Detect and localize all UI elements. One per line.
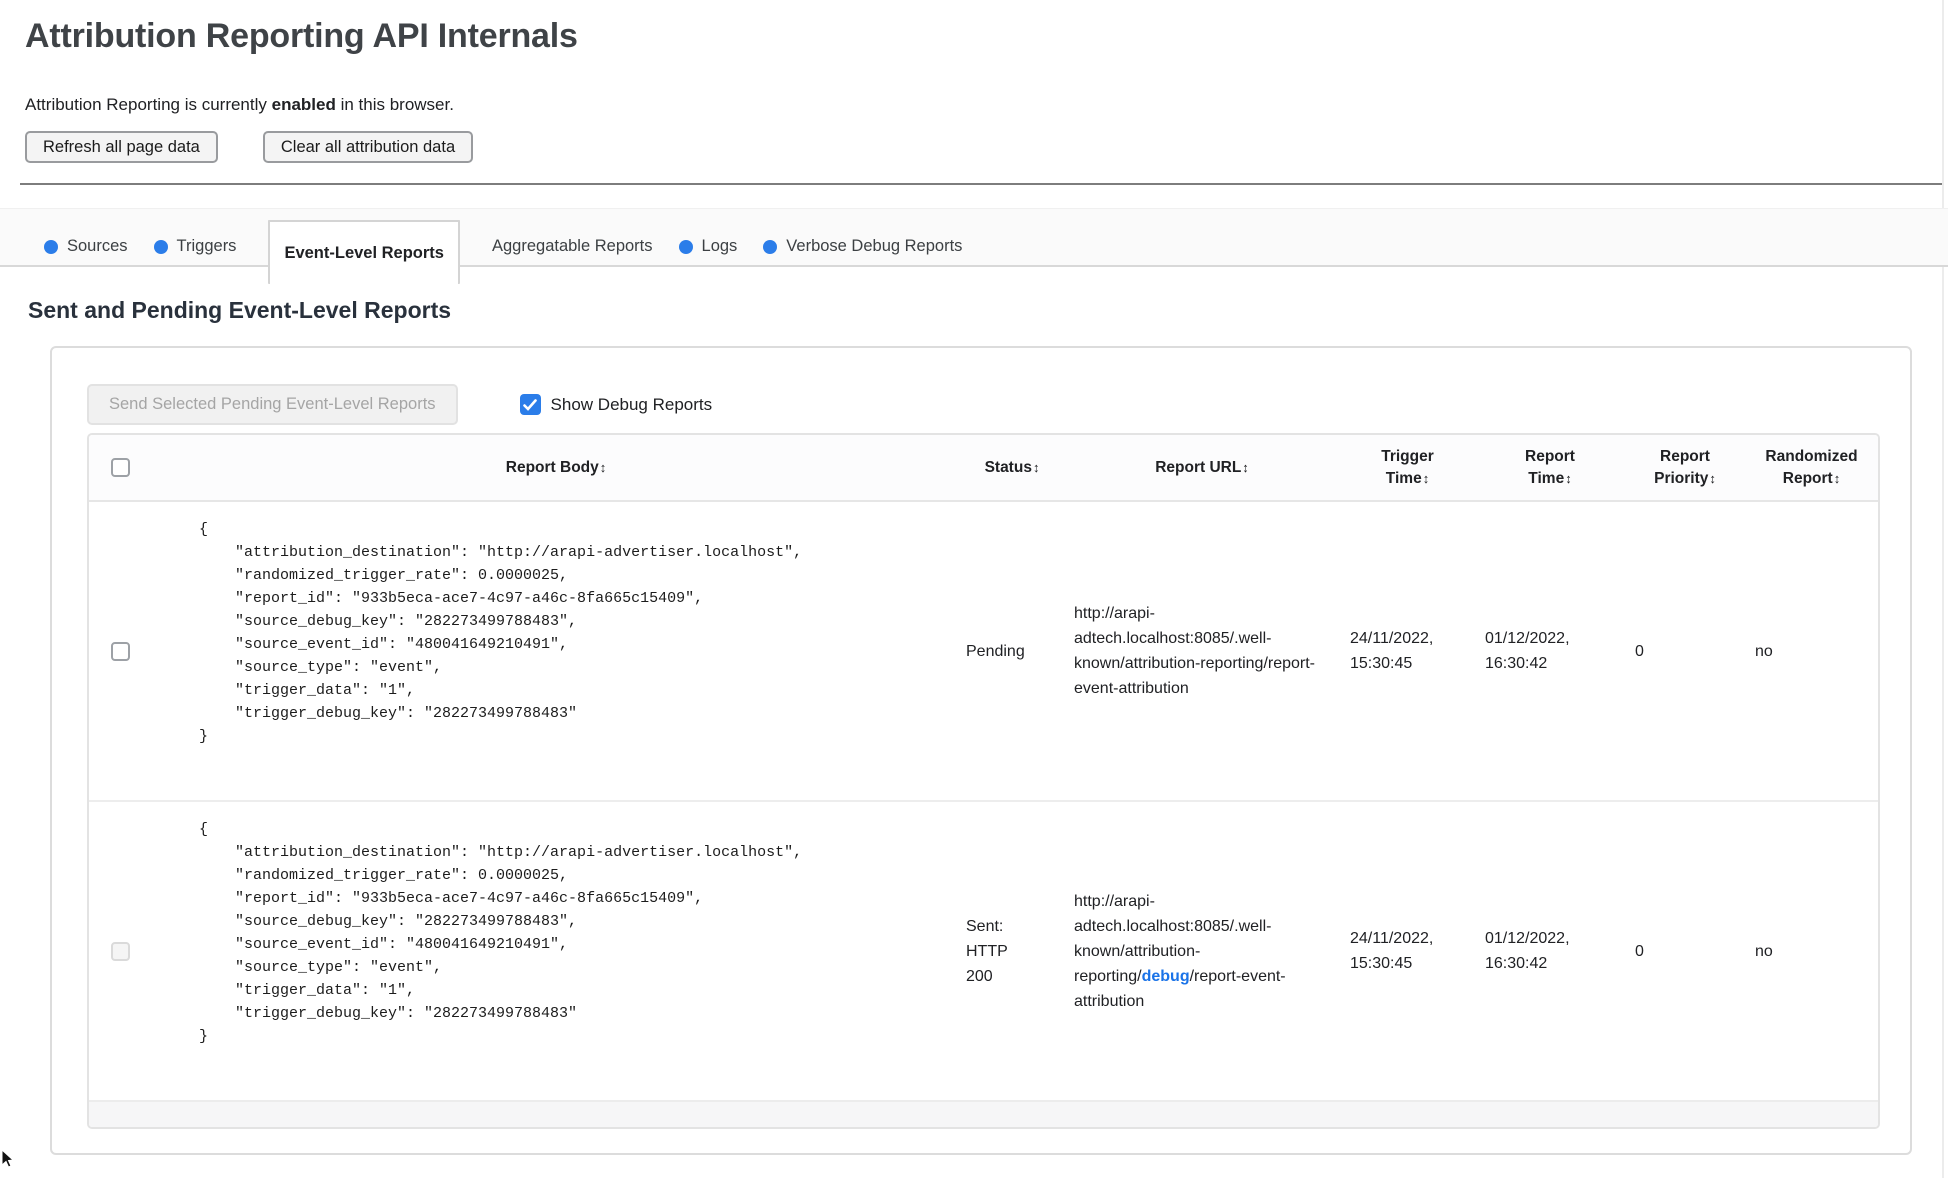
col-header-report-priority[interactable]: Report Priority↕ [1625, 435, 1745, 502]
unread-dot-icon [44, 239, 58, 254]
report-body: { "attribution_destination": "http://ara… [199, 521, 803, 745]
report-url: http://arapi-adtech.localhost:8085/.well… [1074, 605, 1316, 697]
trigger-time: 24/11/2022, 15:30:45 [1350, 630, 1434, 672]
tab-logs[interactable]: Logs [678, 237, 738, 256]
report-time: 01/12/2022, 16:30:42 [1475, 800, 1625, 1101]
row-checkbox-disabled [111, 941, 130, 961]
report-priority: 0 [1635, 642, 1644, 660]
trigger-time: 24/11/2022, 15:30:45 [1340, 800, 1475, 1101]
show-debug-label: Show Debug Reports [550, 394, 713, 414]
mouse-cursor [1, 1150, 15, 1168]
sort-icon: ↕ [1032, 459, 1040, 475]
status-prefix: Attribution Reporting is currently [25, 95, 272, 114]
sort-icon: ↕ [1242, 459, 1249, 475]
tab-sources[interactable]: Sources [44, 237, 128, 256]
col-header-report-url[interactable]: Report URL↕ [1064, 435, 1340, 502]
show-debug-checkbox[interactable] [519, 394, 541, 415]
header-divider [20, 183, 1942, 185]
page-edge-divider [1942, 0, 1944, 1178]
unread-dot-icon [153, 239, 168, 254]
reports-table-frame: Report Body↕ Status↕ Report URL↕ Trigger… [87, 433, 1880, 1129]
section-heading: Sent and Pending Event-Level Reports [28, 297, 452, 323]
row-checkbox[interactable] [111, 641, 130, 661]
table-controls: Send Selected Pending Event-Level Report… [87, 384, 1876, 425]
sort-icon: ↕ [599, 459, 607, 475]
sort-icon: ↕ [1709, 470, 1716, 486]
page-header: Attribution Reporting API Internals Attr… [0, 0, 1948, 163]
sort-icon: ↕ [1833, 470, 1841, 486]
tab-label: Event-Level Reports [284, 243, 444, 262]
report-body: { "attribution_destination": "http://ara… [199, 821, 803, 1045]
col-header-report-body[interactable]: Report Body↕ [152, 435, 960, 502]
reports-panel: Send Selected Pending Event-Level Report… [50, 346, 1912, 1155]
table-row: { "attribution_destination": "http://ara… [89, 800, 1878, 1101]
debug-url-part: debug [1141, 967, 1190, 985]
tab-verbose-debug-reports[interactable]: Verbose Debug Reports [763, 237, 962, 256]
tab-label: Triggers [176, 237, 237, 255]
col-header-status[interactable]: Status↕ [960, 435, 1064, 502]
table-header-row: Report Body↕ Status↕ Report URL↕ Trigger… [89, 435, 1878, 502]
status-enabled-text: enabled [271, 95, 336, 114]
tab-strip: Sources Triggers Event-Level Reports Agg… [0, 208, 1948, 284]
col-header-randomized-report[interactable]: Randomized Report↕ [1745, 435, 1878, 502]
tab-label: Verbose Debug Reports [786, 237, 963, 255]
report-status: Pending [966, 642, 1025, 660]
report-status: Sent: HTTP 200 [960, 800, 1064, 1101]
show-debug-reports-toggle[interactable]: Show Debug Reports [519, 394, 713, 415]
select-all-header [89, 435, 152, 502]
tab-label: Sources [67, 237, 128, 255]
col-header-trigger-time[interactable]: Trigger Time↕ [1340, 435, 1475, 502]
toolbar: Refresh all page data Clear all attribut… [25, 131, 1948, 163]
tab-label: Aggregatable Reports [491, 237, 653, 255]
randomized-report: no [1745, 800, 1878, 1101]
reports-table: Report Body↕ Status↕ Report URL↕ Trigger… [89, 435, 1878, 1127]
col-header-report-time[interactable]: Report Time↕ [1475, 435, 1625, 502]
clear-attribution-data-button[interactable]: Clear all attribution data [262, 131, 474, 163]
checkmark-icon [523, 398, 537, 411]
tab-triggers[interactable]: Triggers [153, 237, 237, 256]
table-row: { "attribution_destination": "http://ara… [89, 501, 1878, 801]
tab-label: Logs [701, 237, 738, 255]
status-suffix: in this browser. [335, 95, 454, 114]
unread-dot-icon [678, 239, 693, 254]
randomized-report: no [1755, 642, 1773, 660]
sort-icon: ↕ [1422, 470, 1430, 486]
table-footer-row [89, 1100, 1878, 1127]
sort-icon: ↕ [1565, 470, 1572, 486]
send-selected-reports-button: Send Selected Pending Event-Level Report… [87, 384, 458, 425]
page-title: Attribution Reporting API Internals [25, 17, 578, 55]
report-time: 01/12/2022, 16:30:42 [1485, 630, 1570, 672]
tab-event-level-reports[interactable]: Event-Level Reports [268, 220, 460, 284]
report-priority: 0 [1625, 800, 1745, 1101]
feature-status-line: Attribution Reporting is currently enabl… [25, 95, 1948, 115]
tab-aggregatable-reports[interactable]: Aggregatable Reports [492, 237, 653, 256]
report-url: http://arapi-adtech.localhost:8085/.well… [1064, 800, 1340, 1101]
select-all-checkbox[interactable] [111, 457, 130, 477]
refresh-page-data-button[interactable]: Refresh all page data [25, 131, 218, 163]
unread-dot-icon [763, 239, 778, 254]
